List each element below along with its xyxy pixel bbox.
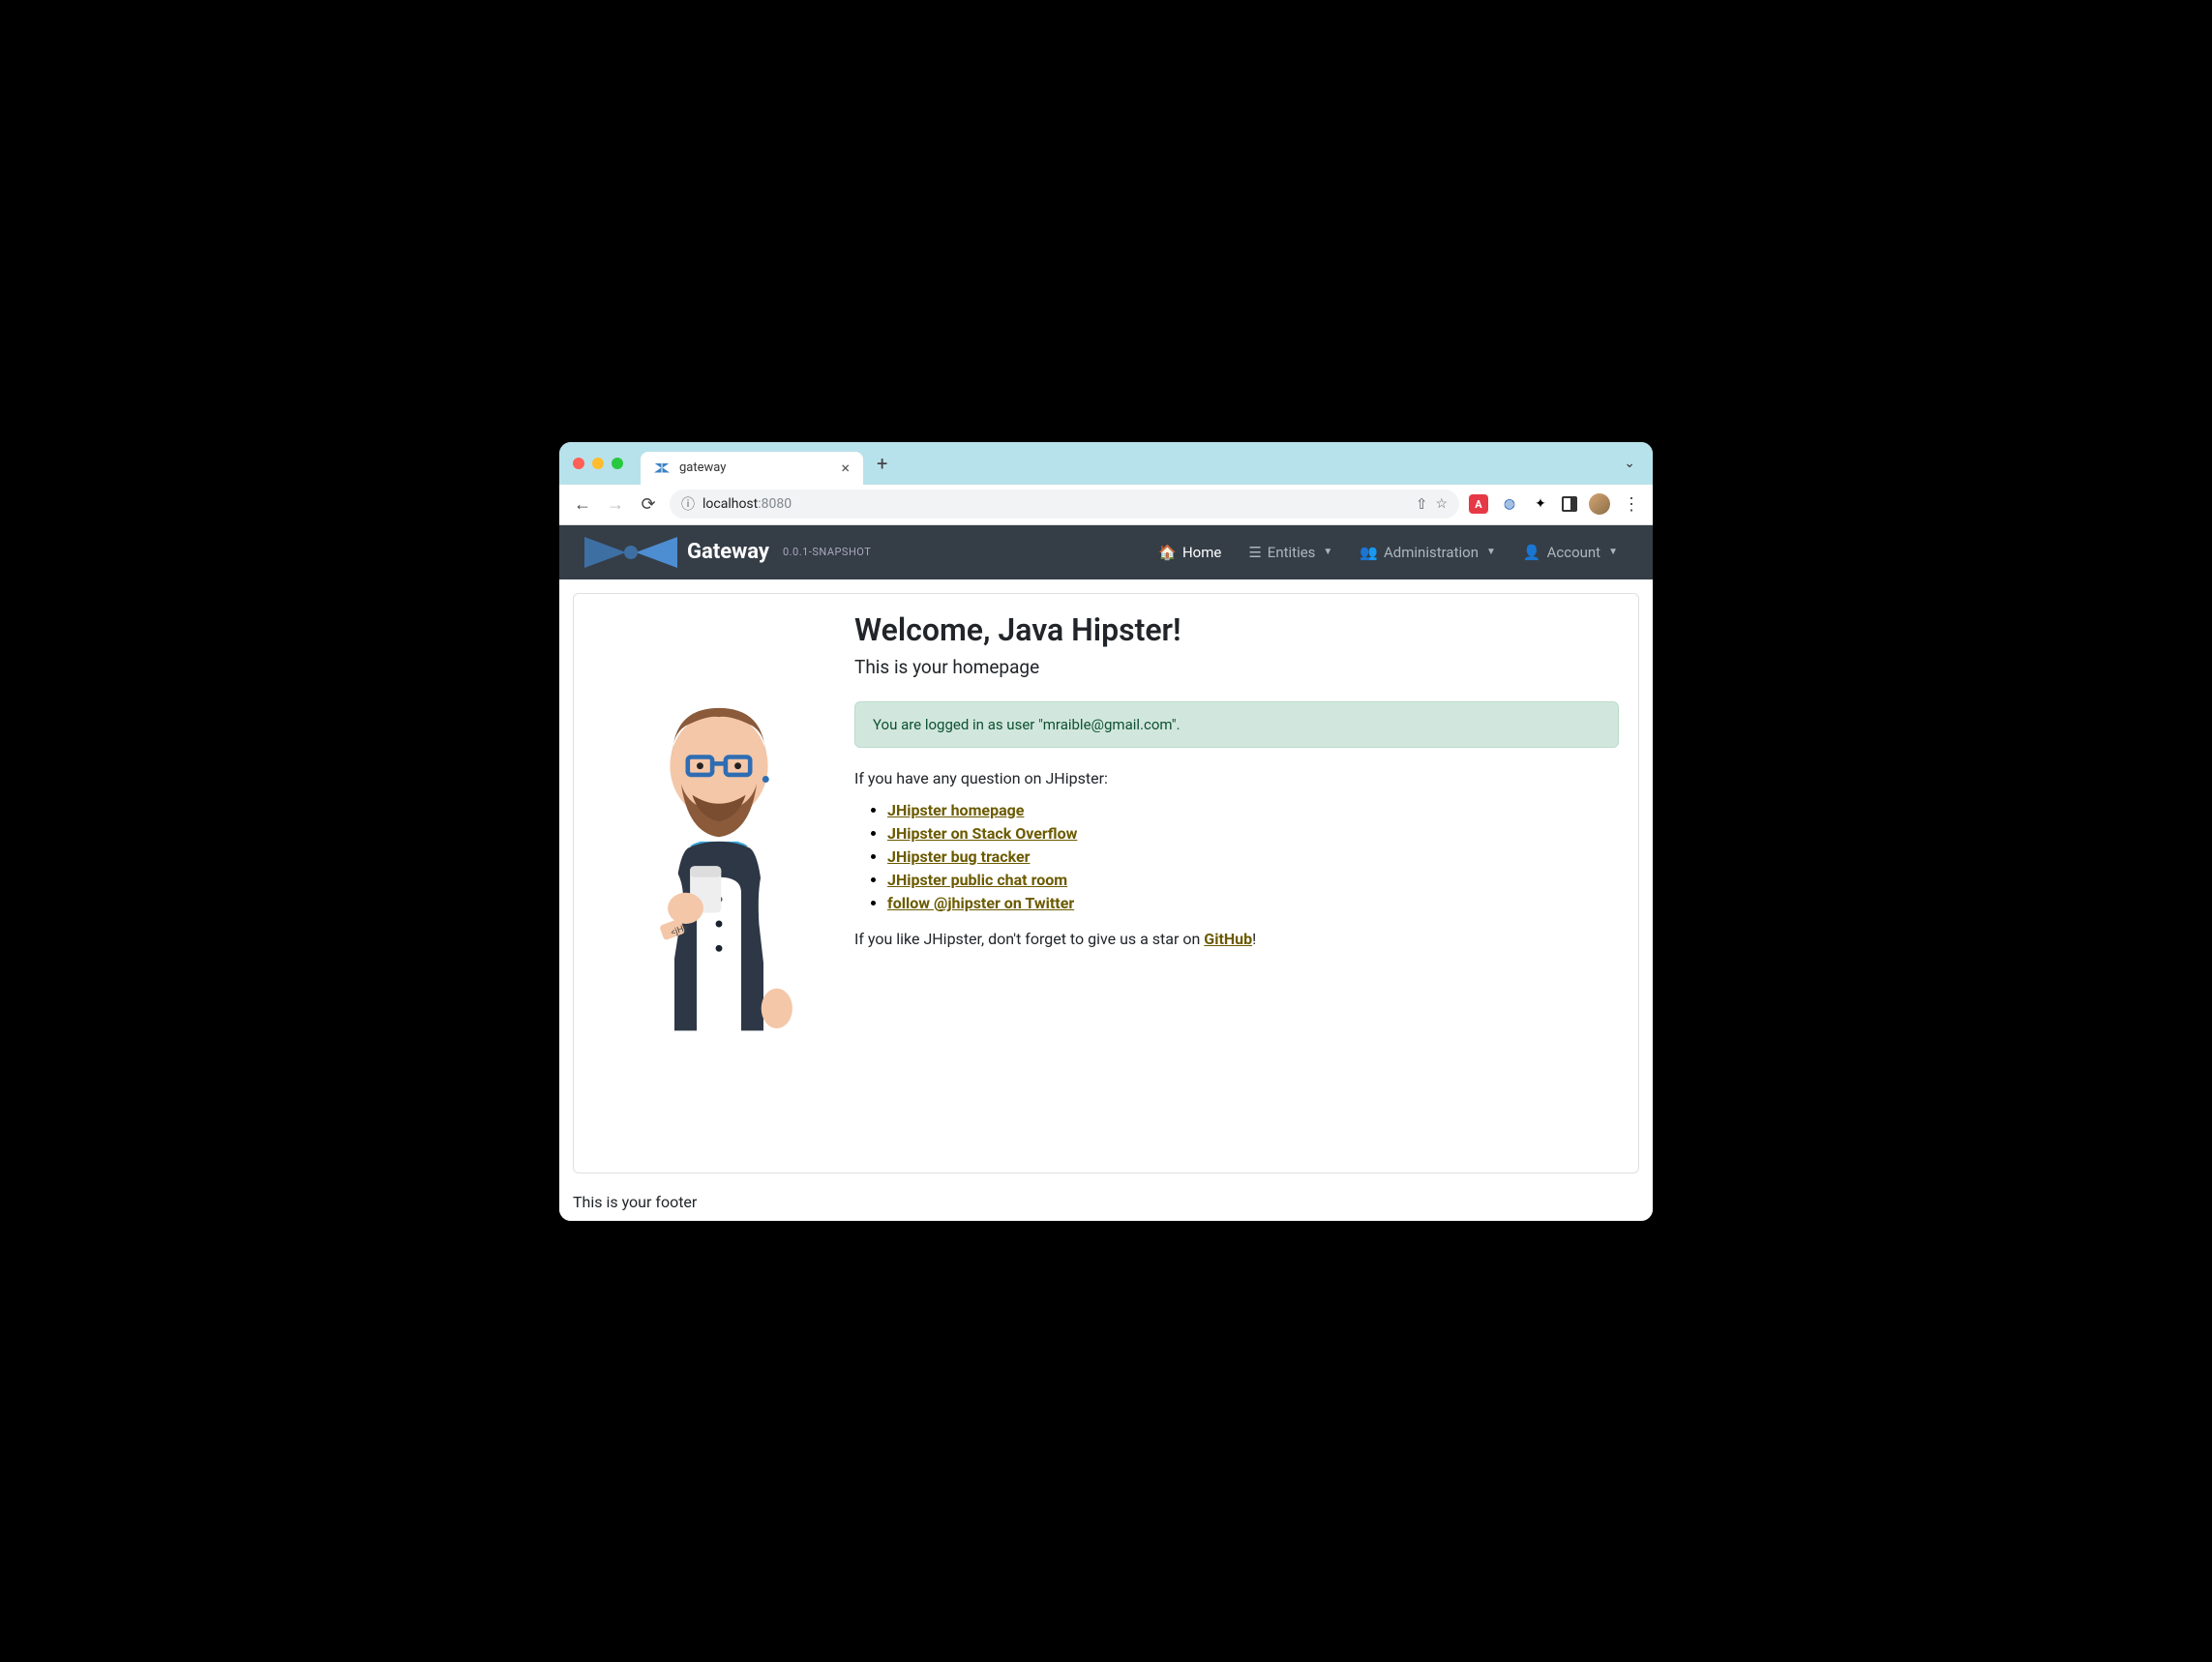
app-navbar: Gateway 0.0.1-SNAPSHOT 🏠 Home ☰ Entities… (559, 525, 1653, 579)
link-stack-overflow[interactable]: JHipster on Stack Overflow (887, 824, 1077, 843)
close-window-button[interactable] (573, 458, 584, 469)
brand-version: 0.0.1-SNAPSHOT (783, 546, 871, 558)
alert-prefix: You are logged in as user " (873, 716, 1043, 733)
star-text: If you like JHipster, don't forget to gi… (854, 930, 1619, 948)
browser-tab[interactable]: gateway × (641, 452, 863, 485)
hipster-image-column: <jH> (593, 606, 845, 1153)
nav-entities-label: Entities (1268, 544, 1316, 561)
page-body: <jH> Welcome, Java Hipster! This is your… (559, 579, 1653, 1187)
github-link[interactable]: GitHub (1204, 930, 1252, 948)
link-bug-tracker[interactable]: JHipster bug tracker (887, 847, 1030, 866)
footer: This is your footer (559, 1187, 1653, 1221)
url-host: localhost (702, 496, 758, 512)
main-card: <jH> Welcome, Java Hipster! This is your… (573, 593, 1639, 1173)
link-chat-room[interactable]: JHipster public chat room (887, 871, 1067, 889)
list-item: JHipster on Stack Overflow (887, 824, 1619, 843)
alert-user: mraible@gmail.com (1043, 716, 1172, 733)
brand-name: Gateway (687, 540, 769, 564)
question-text: If you have any question on JHipster: (854, 769, 1619, 787)
reload-button[interactable]: ⟳ (637, 492, 660, 516)
links-list: JHipster homepage JHipster on Stack Over… (854, 801, 1619, 912)
star-prefix: If you like JHipster, don't forget to gi… (854, 930, 1204, 948)
extensions-icon[interactable]: ✦ (1531, 494, 1550, 514)
link-jhipster-homepage[interactable]: JHipster homepage (887, 801, 1024, 819)
list-item: JHipster homepage (887, 801, 1619, 819)
back-button[interactable]: ← (571, 492, 594, 516)
brand[interactable]: Gateway 0.0.1-SNAPSHOT (583, 533, 871, 572)
star-suffix: ! (1252, 930, 1256, 948)
site-info-icon[interactable]: ⓘ (681, 494, 695, 514)
alert-suffix: ". (1172, 716, 1181, 733)
page-lead: This is your homepage (854, 656, 1619, 678)
new-tab-button[interactable]: + (871, 452, 893, 475)
minimize-window-button[interactable] (592, 458, 604, 469)
browser-menu-icon[interactable]: ⋮ (1622, 494, 1641, 514)
browser-window: gateway × + ⌄ ← → ⟳ ⓘ localhost:8080 ⇧ ☆… (559, 442, 1653, 1221)
chevron-down-icon: ▼ (1486, 547, 1496, 557)
page-heading: Welcome, Java Hipster! (854, 611, 1619, 648)
share-icon[interactable]: ⇧ (1416, 495, 1428, 513)
nav-items: 🏠 Home ☰ Entities ▼ 👥 Administration ▼ 👤… (1147, 536, 1629, 569)
angular-extension-icon[interactable]: A (1469, 494, 1488, 514)
profile-avatar-icon[interactable] (1589, 493, 1610, 515)
url-port: :8080 (758, 496, 792, 512)
login-alert: You are logged in as user "mraible@gmail… (854, 701, 1619, 748)
content-column: Welcome, Java Hipster! This is your home… (854, 606, 1619, 1153)
nav-home[interactable]: 🏠 Home (1147, 536, 1233, 569)
close-tab-icon[interactable]: × (841, 459, 850, 477)
tabs-dropdown-icon[interactable]: ⌄ (1624, 456, 1639, 471)
url-bar[interactable]: ⓘ localhost:8080 ⇧ ☆ (670, 490, 1459, 519)
bookmark-icon[interactable]: ☆ (1435, 496, 1448, 512)
chevron-down-icon: ▼ (1608, 547, 1618, 557)
title-bar: gateway × + ⌄ (559, 442, 1653, 485)
sidepanel-icon[interactable] (1562, 496, 1577, 512)
tab-title: gateway (679, 460, 831, 475)
users-cog-icon: 👥 (1360, 544, 1378, 561)
home-icon: 🏠 (1158, 544, 1177, 561)
hipster-illustration-icon: <jH> (608, 606, 830, 1153)
nav-account[interactable]: 👤 Account ▼ (1511, 536, 1629, 569)
password-extension-icon[interactable]: ◍ (1500, 494, 1519, 514)
nav-account-label: Account (1547, 544, 1601, 561)
list-item: follow @jhipster on Twitter (887, 894, 1619, 912)
nav-administration-label: Administration (1384, 544, 1479, 561)
maximize-window-button[interactable] (612, 458, 623, 469)
forward-button[interactable]: → (604, 492, 627, 516)
chevron-down-icon: ▼ (1323, 547, 1332, 557)
list-item: JHipster public chat room (887, 871, 1619, 889)
toolbar-extensions: A ◍ ✦ ⋮ (1469, 493, 1641, 515)
nav-entities[interactable]: ☰ Entities ▼ (1237, 536, 1344, 569)
link-twitter[interactable]: follow @jhipster on Twitter (887, 894, 1074, 912)
list-item: JHipster bug tracker (887, 847, 1619, 866)
browser-toolbar: ← → ⟳ ⓘ localhost:8080 ⇧ ☆ A ◍ ✦ ⋮ (559, 485, 1653, 525)
user-icon: 👤 (1523, 544, 1541, 561)
list-icon: ☰ (1248, 544, 1261, 561)
nav-administration[interactable]: 👥 Administration ▼ (1348, 536, 1508, 569)
bowtie-favicon-icon (654, 463, 670, 473)
bowtie-logo-icon (583, 533, 679, 572)
nav-home-label: Home (1182, 544, 1221, 561)
window-controls (573, 458, 623, 469)
